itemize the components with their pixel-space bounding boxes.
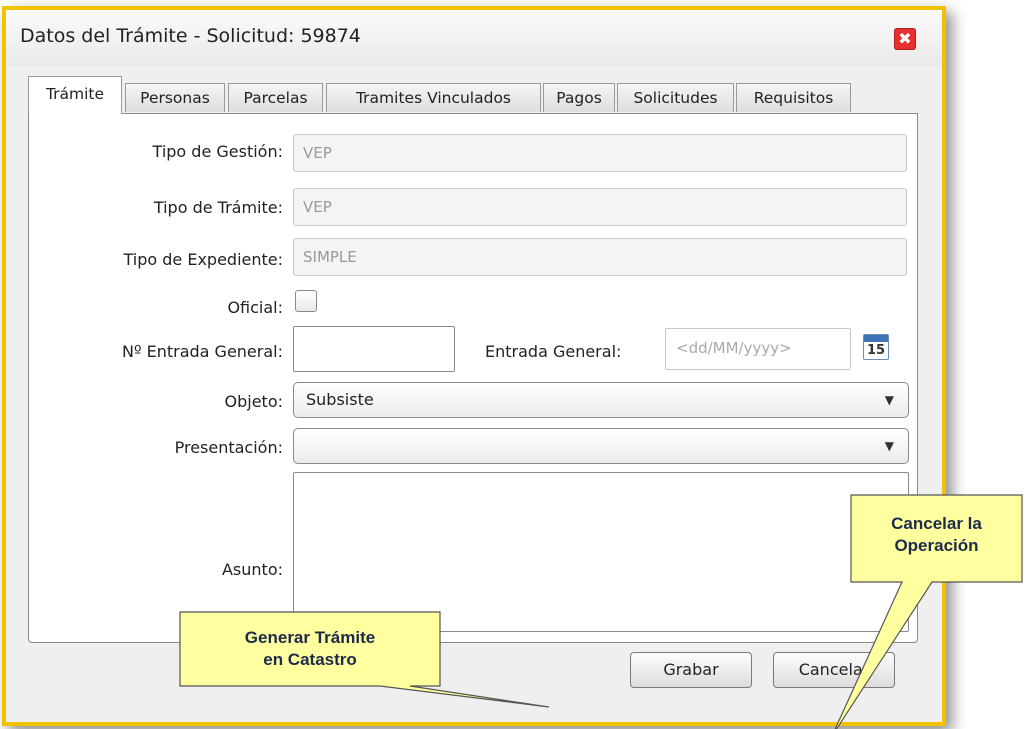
tipo-gestion-label: Tipo de Gestión: [152,142,283,161]
tipo-tramite-field: VEP [293,188,907,226]
oficial-label: Oficial: [227,298,283,317]
objeto-label: Objeto: [224,392,284,411]
objeto-value: Subsiste [306,390,374,409]
tab-solicitudes[interactable]: Solicitudes [617,83,734,112]
callout-cancel-text: Cancelar la Operación [851,513,1022,557]
calendar-day: 15 [866,343,886,358]
callout-cancel-line2: Operación [894,536,979,555]
tipo-expediente-label: Tipo de Expediente: [123,250,283,269]
close-icon[interactable]: ✖ [894,28,916,50]
asunto-textarea[interactable] [293,472,909,632]
tipo-gestion-field: VEP [293,134,907,172]
save-button[interactable]: Grabar [630,652,752,688]
dialog-window: Datos del Trámite - Solicitud: 59874 ✖ T… [2,6,946,726]
tab-tramite[interactable]: Trámite [28,76,122,114]
oficial-checkbox[interactable] [295,290,317,312]
callout-cancel-line1: Cancelar la [891,514,982,533]
tab-parcelas[interactable]: Parcelas [228,83,323,112]
entrada-general-fecha-label: Entrada General: [485,342,622,361]
presentacion-label: Presentación: [174,438,283,457]
chevron-down-icon: ▼ [884,393,894,407]
asunto-label: Asunto: [221,560,283,579]
chevron-down-icon: ▼ [884,439,894,453]
tab-tramites-vinculados[interactable]: Tramites Vinculados [326,83,541,112]
entrada-general-num-label: Nº Entrada General: [122,342,283,361]
tipo-tramite-label: Tipo de Trámite: [153,198,283,217]
callout-generate-text: Generar Trámite en Catastro [180,627,440,671]
calendar-icon[interactable]: 15 [863,334,889,360]
tab-requisitos[interactable]: Requisitos [736,83,851,112]
tramite-panel: Tipo de Gestión: VEP Tipo de Trámite: VE… [28,113,918,643]
presentacion-select[interactable]: ▼ [293,428,909,464]
callout-generate-line1: Generar Trámite [244,628,376,647]
tab-pagos[interactable]: Pagos [543,83,615,112]
tab-personas[interactable]: Personas [125,83,225,112]
objeto-select[interactable]: Subsiste ▼ [293,382,909,418]
callout-generate-line2: en Catastro [263,650,357,669]
dialog-title: Datos del Trámite - Solicitud: 59874 [20,25,361,47]
tipo-expediente-field: SIMPLE [293,238,907,276]
entrada-general-date-input[interactable]: <dd/MM/yyyy> [665,328,851,370]
title-bar[interactable]: Datos del Trámite - Solicitud: 59874 ✖ [6,10,942,66]
entrada-general-num-input[interactable] [293,326,455,372]
cancel-button[interactable]: Cancelar [773,652,895,688]
